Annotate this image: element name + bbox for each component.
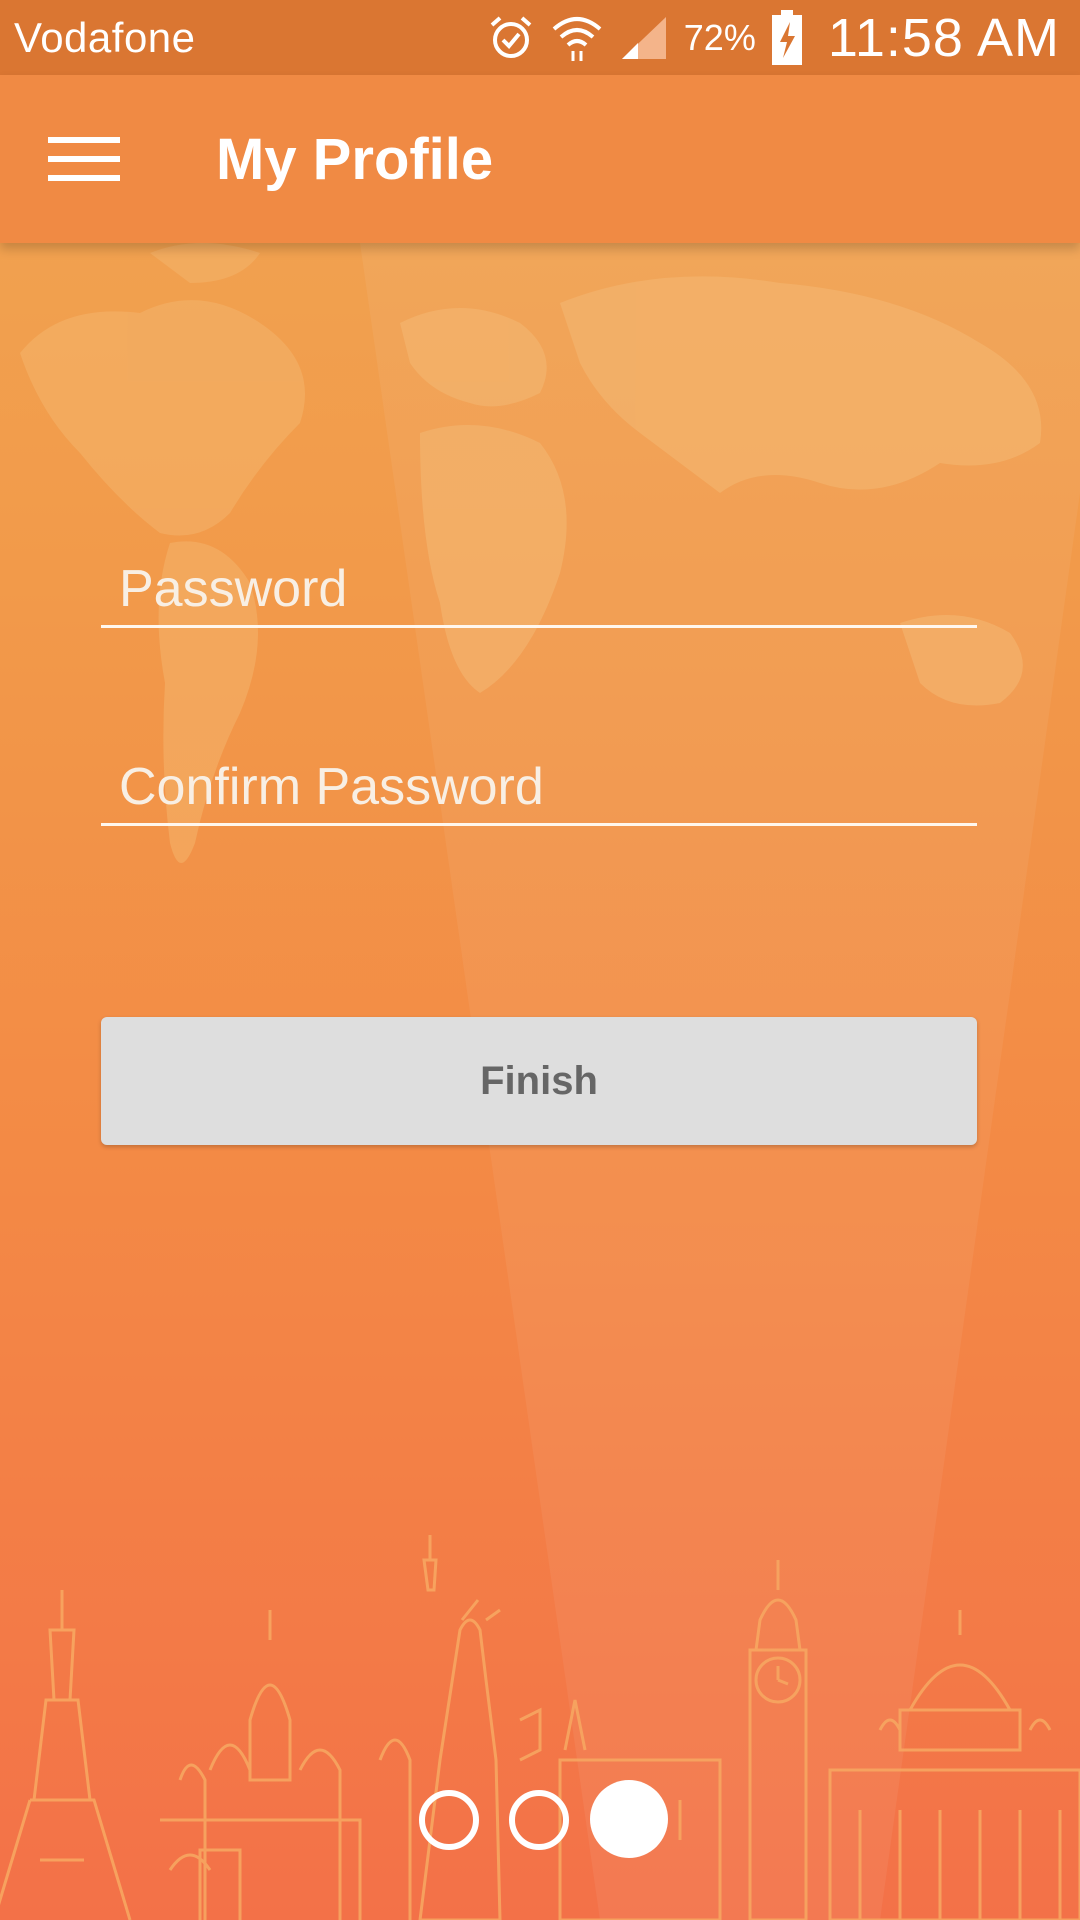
hamburger-menu-icon[interactable] xyxy=(36,111,132,207)
page-dot-3-active[interactable] xyxy=(590,1780,668,1858)
page-indicator xyxy=(0,1780,1080,1860)
alarm-icon xyxy=(486,13,536,63)
page-dot-1[interactable] xyxy=(419,1790,479,1850)
carrier-name: Vodafone xyxy=(14,13,196,61)
confirm-password-field[interactable] xyxy=(101,757,977,817)
page-title: My Profile xyxy=(216,126,494,192)
page-dot-2[interactable] xyxy=(509,1790,569,1850)
password-field-container xyxy=(101,515,977,628)
landmarks-skyline-decoration xyxy=(0,1535,1080,1920)
finish-button[interactable]: Finish xyxy=(101,1017,977,1145)
status-bar: Vodafone 72% 11:58 AM xyxy=(0,0,1080,75)
password-field[interactable] xyxy=(101,559,977,619)
status-icons: 72% 11:58 AM xyxy=(486,7,1060,69)
confirm-password-field-container xyxy=(101,713,977,826)
battery-percent: 72% xyxy=(683,16,756,58)
wifi-icon xyxy=(550,13,604,63)
clock: 11:58 AM xyxy=(827,7,1060,68)
signal-icon xyxy=(618,13,670,63)
battery-charging-icon xyxy=(770,9,804,66)
app-bar: My Profile xyxy=(0,75,1080,243)
